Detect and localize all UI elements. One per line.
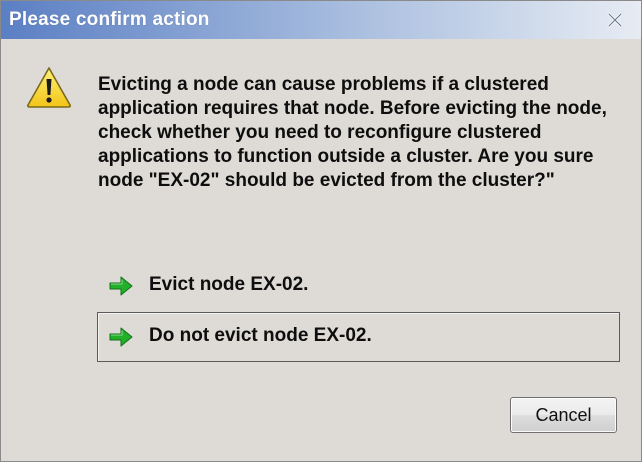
do-not-evict-node-label: Do not evict node EX-02. <box>149 325 372 346</box>
cancel-button[interactable]: Cancel <box>510 397 617 433</box>
confirmation-message: Evicting a node can cause problems if a … <box>98 74 607 191</box>
do-not-evict-node-option[interactable]: Do not evict node EX-02. <box>97 312 620 362</box>
close-icon[interactable] <box>605 10 625 30</box>
green-arrow-icon <box>108 325 134 349</box>
evict-node-label: Evict node EX-02. <box>149 274 309 295</box>
warning-icon <box>25 65 73 109</box>
evict-node-option[interactable]: Evict node EX-02. <box>97 261 620 311</box>
title-bar[interactable]: Please confirm action <box>1 1 641 39</box>
green-arrow-icon <box>108 274 134 298</box>
confirm-dialog: Please confirm action Evicting a node ca… <box>0 0 642 462</box>
dialog-title: Please confirm action <box>9 9 210 30</box>
